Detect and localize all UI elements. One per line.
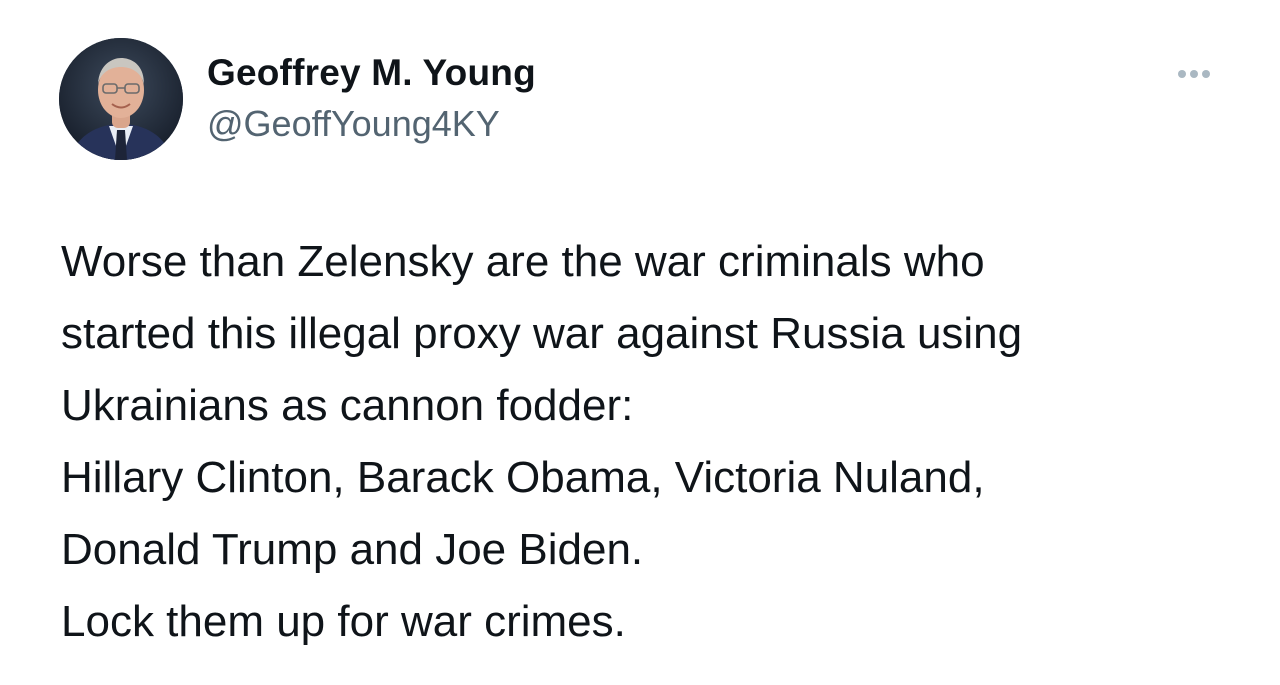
menu-dot [1202, 70, 1210, 78]
author-avatar[interactable] [59, 38, 183, 160]
menu-dot [1178, 70, 1186, 78]
tweet-card: Geoffrey M. Young @GeoffYoung4KY Worse t… [0, 0, 1280, 685]
menu-dot [1190, 70, 1198, 78]
more-options-icon[interactable] [1168, 60, 1220, 88]
tweet-text-line: Hillary Clinton, Barack Obama, Victoria … [61, 453, 985, 502]
profile-photo-icon [59, 38, 183, 160]
tweet-text-line: Donald Trump and Joe Biden. [61, 525, 644, 574]
tweet-text-line: Lock them up for war crimes. [61, 597, 626, 646]
tweet-text-line: Worse than Zelensky are the war criminal… [61, 237, 985, 286]
author-handle[interactable]: @GeoffYoung4KY [207, 103, 500, 145]
author-display-name[interactable]: Geoffrey M. Young [207, 52, 536, 94]
tweet-text: Worse than Zelensky are the war criminal… [61, 226, 1251, 658]
tweet-text-line: Ukrainians as cannon fodder: [61, 381, 634, 430]
tweet-text-line: started this illegal proxy war against R… [61, 309, 1023, 358]
